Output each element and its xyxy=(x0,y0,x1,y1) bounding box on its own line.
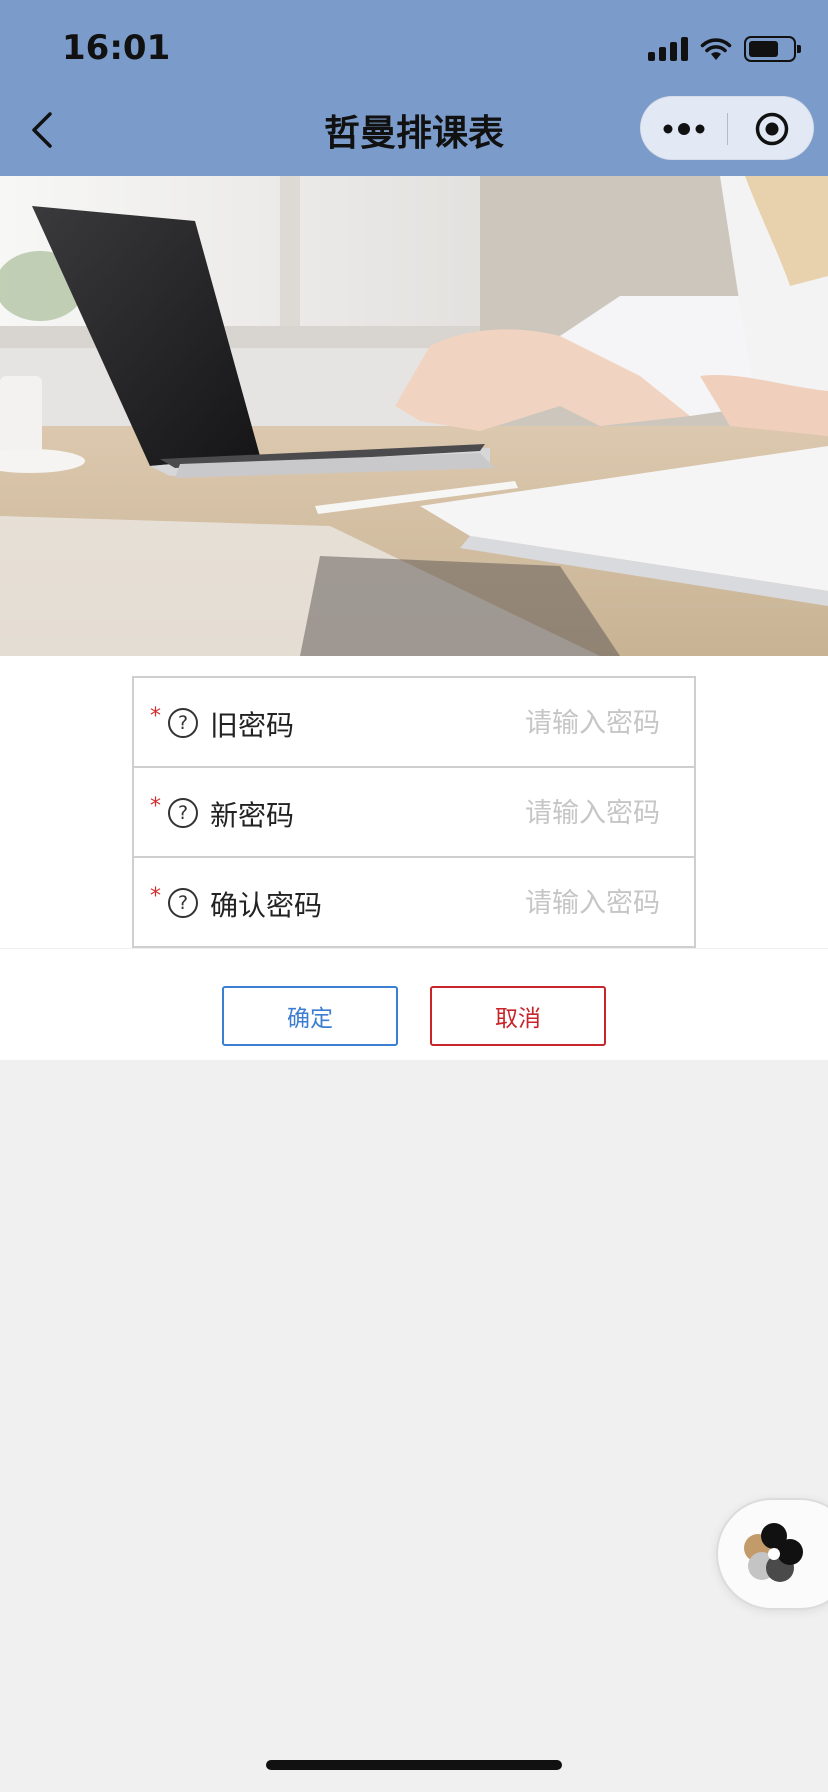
password-form: * ? 旧密码 * ? 新密码 * ? 确认密码 xyxy=(132,676,696,948)
status-time: 16:01 xyxy=(62,28,171,68)
new-password-label: 新密码 xyxy=(210,799,295,832)
office-laptop-photo xyxy=(0,176,828,656)
close-miniprogram-button[interactable] xyxy=(729,97,815,161)
wifi-icon xyxy=(700,38,732,60)
confirm-button[interactable]: 确定 xyxy=(222,986,398,1046)
top-bar: 16:01 哲曼排课表 xyxy=(0,0,828,176)
more-dots-icon xyxy=(663,123,705,135)
capsule-divider xyxy=(727,113,728,145)
cancel-button[interactable]: 取消 xyxy=(430,986,606,1046)
required-mark: * xyxy=(150,704,161,729)
question-circle-icon[interactable]: ? xyxy=(168,798,198,828)
home-indicator xyxy=(266,1760,562,1770)
status-icons xyxy=(648,34,801,64)
more-button[interactable] xyxy=(641,97,727,161)
old-password-row: * ? 旧密码 xyxy=(134,678,694,768)
banner-image xyxy=(0,176,828,656)
old-password-label: 旧密码 xyxy=(210,709,295,742)
confirm-password-label: 确认密码 xyxy=(210,889,323,922)
flower-logo-icon xyxy=(744,1523,803,1582)
confirm-password-row: * ? 确认密码 xyxy=(134,858,694,948)
old-password-input[interactable] xyxy=(400,700,660,746)
floating-logo-button[interactable] xyxy=(716,1498,828,1610)
password-form-area: * ? 旧密码 * ? 新密码 * ? 确认密码 xyxy=(0,656,828,948)
required-mark: * xyxy=(150,794,161,819)
battery-icon xyxy=(744,36,801,62)
required-mark: * xyxy=(150,884,161,909)
back-button[interactable] xyxy=(26,108,62,152)
confirm-password-input[interactable] xyxy=(400,880,660,926)
new-password-row: * ? 新密码 xyxy=(134,768,694,858)
miniprogram-capsule xyxy=(640,96,814,160)
action-bar: 确定 取消 xyxy=(0,948,828,1060)
chevron-left-icon xyxy=(32,112,52,148)
target-circle-icon xyxy=(755,112,789,146)
question-circle-icon[interactable]: ? xyxy=(168,888,198,918)
question-circle-icon[interactable]: ? xyxy=(168,708,198,738)
cellular-signal-icon xyxy=(648,37,688,61)
new-password-input[interactable] xyxy=(400,790,660,836)
